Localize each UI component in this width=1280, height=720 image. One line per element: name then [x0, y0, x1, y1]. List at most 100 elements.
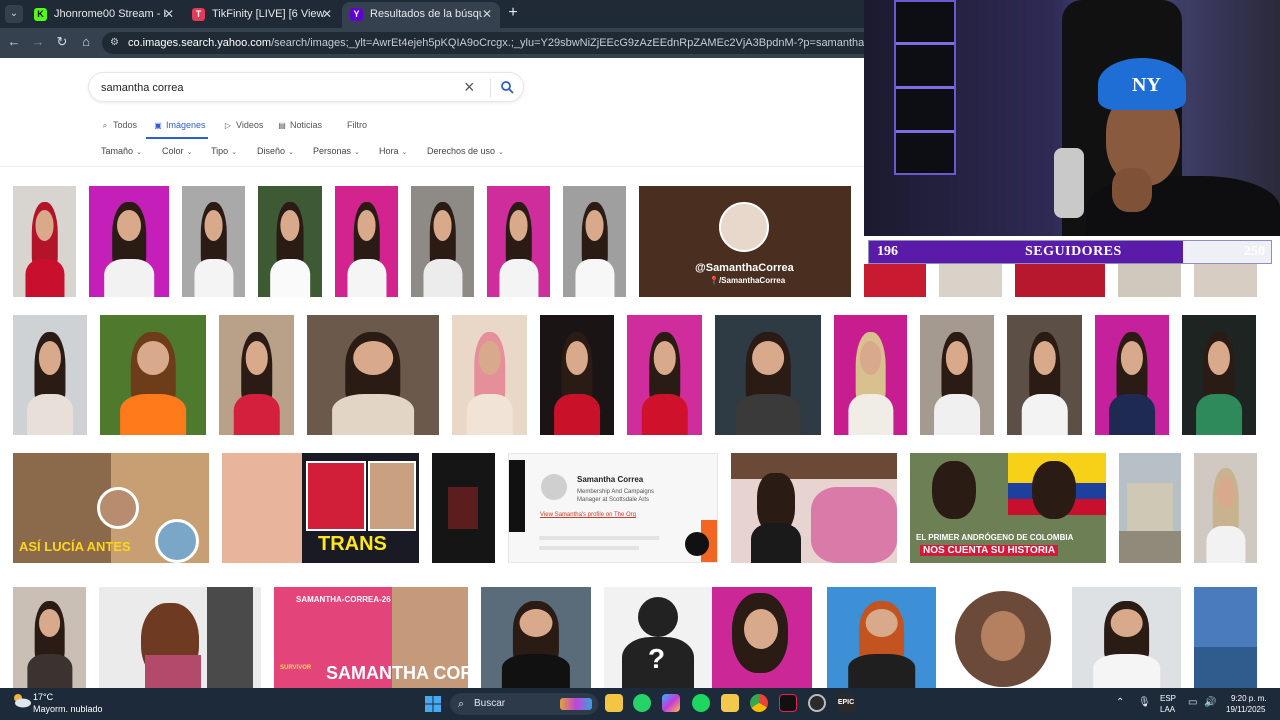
image-result-survivor[interactable]: SAMANTHA-CORREA-26 SAMANTHA CORREA SURVI… [274, 587, 468, 688]
whatsapp-icon[interactable] [633, 694, 651, 712]
image-result[interactable] [100, 315, 206, 435]
image-result[interactable] [1015, 264, 1105, 297]
active-tab-indicator [146, 137, 208, 139]
tab-todos[interactable]: ⌕ Todos [100, 118, 137, 138]
windows-start-icon[interactable] [425, 696, 441, 712]
taskbar-search[interactable]: ⌕ Buscar [450, 693, 598, 715]
tab-title: TikFinity [LIVE] [6 Viewers] [212, 8, 324, 20]
filter-color[interactable]: Color ⌄ [162, 146, 192, 156]
image-result[interactable] [1194, 587, 1257, 688]
image-result[interactable] [1095, 315, 1169, 435]
image-result[interactable] [1194, 264, 1257, 297]
image-result[interactable] [335, 186, 398, 297]
image-result[interactable] [540, 315, 614, 435]
image-result[interactable] [1007, 315, 1082, 435]
image-result[interactable] [1194, 453, 1257, 563]
image-result[interactable] [13, 587, 86, 688]
image-result[interactable] [939, 264, 1002, 297]
image-result[interactable]: ? [604, 587, 812, 688]
image-result[interactable] [481, 587, 591, 688]
image-result[interactable] [715, 315, 821, 435]
image-result[interactable] [1072, 587, 1181, 688]
chevron-up-icon[interactable]: ⌃ [1116, 697, 1124, 708]
image-result[interactable] [13, 186, 76, 297]
file-explorer-icon[interactable] [605, 694, 623, 712]
site-info-icon[interactable]: ⚙ [110, 32, 119, 54]
volume-icon[interactable]: 🔊 [1204, 697, 1216, 708]
tab-yahoo-results[interactable]: Y Resultados de la búsqueda de ✕ [342, 2, 500, 28]
image-result[interactable] [731, 453, 897, 563]
filter-tipo[interactable]: Tipo ⌄ [211, 146, 237, 156]
image-result[interactable] [89, 186, 169, 297]
network-icon[interactable]: ▭ [1188, 697, 1197, 708]
weather-desc[interactable]: Mayorm. nublado [33, 704, 103, 714]
image-result[interactable] [827, 587, 936, 688]
back-icon[interactable]: ← [6, 34, 22, 50]
image-result[interactable] [487, 186, 550, 297]
card-handle: @SamanthaCorrea [695, 262, 794, 274]
spotify-icon[interactable] [692, 694, 710, 712]
image-result-profile-card[interactable]: @SamanthaCorrea 📍/SamanthaCorrea [639, 186, 851, 297]
tiktok-icon[interactable] [779, 694, 797, 712]
cloudy-weather-icon[interactable] [10, 692, 32, 708]
weather-temp[interactable]: 17°C [33, 692, 53, 702]
tab-search-menu-icon[interactable]: ⌄ [5, 5, 23, 23]
new-tab-button[interactable]: + [505, 4, 521, 22]
filter-diseno[interactable]: Diseño ⌄ [257, 146, 294, 156]
tab-tikfinity[interactable]: T TikFinity [LIVE] [6 Viewers] ✕ [184, 2, 340, 28]
epic-games-icon[interactable]: EPIC [837, 694, 855, 712]
tab-noticias[interactable]: ▤ Noticias [277, 118, 322, 138]
clock-date[interactable]: 19/11/2025 [1226, 705, 1265, 714]
microphone-icon[interactable]: 🎙 [1138, 697, 1151, 708]
folder-icon[interactable] [721, 694, 739, 712]
image-result[interactable] [1182, 315, 1256, 435]
input-layout[interactable]: LAA [1160, 705, 1175, 714]
image-result[interactable] [834, 315, 907, 435]
image-result-trans[interactable]: TRANS [222, 453, 419, 563]
image-result-colombia[interactable]: EL PRIMER ANDRÓGENO DE COLOMBIA NOS CUEN… [910, 453, 1106, 563]
filter-derechos[interactable]: Derechos de uso ⌄ [427, 146, 504, 156]
close-tab-icon[interactable]: ✕ [482, 2, 492, 26]
image-result[interactable] [627, 315, 702, 435]
followers-goal: 250 [1244, 244, 1265, 259]
close-tab-icon[interactable]: ✕ [164, 2, 174, 26]
tab-videos[interactable]: ▷ Videos [223, 118, 263, 138]
image-result[interactable] [258, 186, 322, 297]
image-result[interactable] [307, 315, 439, 435]
tab-kick-stream[interactable]: K Jhonrome00 Stream - Kick Das ✕ [26, 2, 182, 28]
image-result[interactable] [99, 587, 261, 688]
address-bar[interactable]: ⚙ co.images.search.yahoo.com/search/imag… [102, 32, 864, 54]
image-result-profile-page[interactable]: Samantha Correa Membership And Campaigns… [508, 453, 718, 563]
image-result[interactable] [1119, 453, 1181, 563]
image-result[interactable] [864, 264, 926, 297]
reload-icon[interactable]: ↻ [54, 34, 70, 50]
image-result[interactable] [432, 453, 495, 563]
forward-icon[interactable]: → [30, 34, 46, 50]
home-icon[interactable]: ⌂ [78, 34, 94, 50]
image-result[interactable] [13, 315, 87, 435]
copilot-icon[interactable] [662, 694, 680, 712]
image-result[interactable] [182, 186, 245, 297]
filter-personas[interactable]: Personas ⌄ [313, 146, 360, 156]
image-result[interactable] [920, 315, 994, 435]
tab-filtro[interactable]: Filtro [347, 118, 367, 138]
chevron-down-icon: ⌄ [498, 149, 504, 156]
clock-time[interactable]: 9:20 p. m. [1231, 694, 1267, 703]
search-icon[interactable] [500, 80, 514, 94]
image-result[interactable] [219, 315, 294, 435]
image-result[interactable] [1118, 264, 1181, 297]
image-result[interactable] [411, 186, 474, 297]
filter-tamano[interactable]: Tamaño ⌄ [101, 146, 142, 156]
close-tab-icon[interactable]: ✕ [322, 2, 332, 26]
clear-search-icon[interactable]: × [464, 77, 475, 97]
input-language[interactable]: ESP [1160, 694, 1176, 703]
obs-icon[interactable] [808, 694, 826, 712]
filter-hora[interactable]: Hora ⌄ [379, 146, 407, 156]
image-result[interactable] [452, 315, 527, 435]
search-input[interactable] [101, 79, 441, 97]
tab-imagenes[interactable]: ▣ Imágenes [153, 118, 205, 138]
chrome-icon[interactable] [750, 694, 768, 712]
image-result[interactable] [949, 587, 1059, 688]
image-result-before-after[interactable]: ASÍ LUCÍA ANTES [13, 453, 209, 563]
image-result[interactable] [563, 186, 626, 297]
